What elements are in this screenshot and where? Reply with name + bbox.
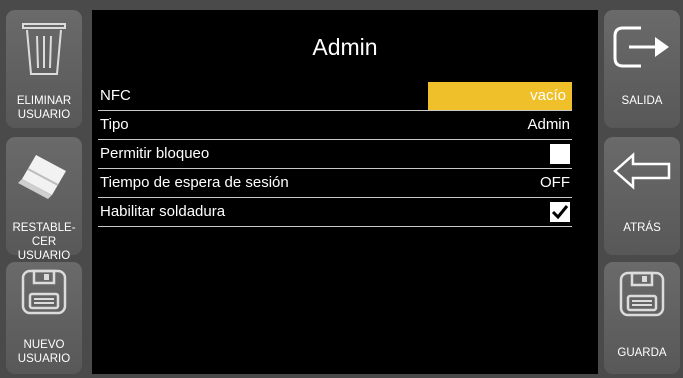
reset-user-label: RESTABLE- CER USUARIO	[12, 222, 76, 262]
habilitar-soldadura-checkbox[interactable]	[550, 202, 570, 222]
row-label: Permitir bloqueo	[100, 145, 210, 162]
new-user-label: NUEVO USUARIO	[17, 339, 71, 365]
permitir-bloqueo-checkbox[interactable]	[550, 144, 570, 164]
exit-button[interactable]: SALIDA	[604, 10, 680, 128]
exit-arrow-icon	[611, 22, 673, 77]
checkmark-icon	[551, 205, 569, 220]
row-label: Habilitar soldadura	[100, 203, 226, 220]
exit-label: SALIDA	[621, 95, 663, 107]
delete-user-button[interactable]: ELIMINAR USUARIO	[6, 10, 82, 128]
page-title: Admin	[312, 34, 378, 60]
session-timeout-value: OFF	[540, 174, 570, 191]
row-tiempo-espera[interactable]: Tiempo de espera de sesión OFF	[98, 169, 572, 198]
row-permitir-bloqueo[interactable]: Permitir bloqueo	[98, 140, 572, 169]
row-label: Tipo	[100, 116, 129, 133]
screen-frame: ELIMINAR USUARIO RESTABLE- CER USUARIO N…	[0, 0, 683, 378]
floppy-disk-icon	[20, 268, 68, 321]
eraser-icon	[14, 149, 74, 204]
new-user-button[interactable]: NUEVO USUARIO	[6, 262, 82, 374]
row-tipo[interactable]: Tipo Admin	[98, 111, 572, 140]
settings-panel: Admin NFC vacío Tipo Admin Permitir bloq…	[92, 10, 598, 374]
trash-icon	[21, 18, 67, 81]
tipo-value: Admin	[527, 116, 570, 133]
back-arrow-icon	[611, 151, 673, 196]
back-button[interactable]: ATRÁS	[604, 137, 680, 255]
save-button[interactable]: GUARDA	[604, 262, 680, 374]
row-habilitar-soldadura[interactable]: Habilitar soldadura	[98, 198, 572, 227]
delete-user-label: ELIMINAR USUARIO	[16, 95, 72, 121]
reset-user-button[interactable]: RESTABLE- CER USUARIO	[6, 137, 82, 262]
row-nfc[interactable]: NFC vacío	[98, 82, 572, 111]
save-label: GUARDA	[617, 347, 667, 359]
row-label: Tiempo de espera de sesión	[100, 174, 289, 191]
floppy-disk-icon	[618, 270, 666, 323]
back-label: ATRÁS	[623, 222, 661, 234]
nfc-value-field[interactable]: vacío	[428, 82, 572, 110]
row-label: NFC	[100, 87, 131, 104]
